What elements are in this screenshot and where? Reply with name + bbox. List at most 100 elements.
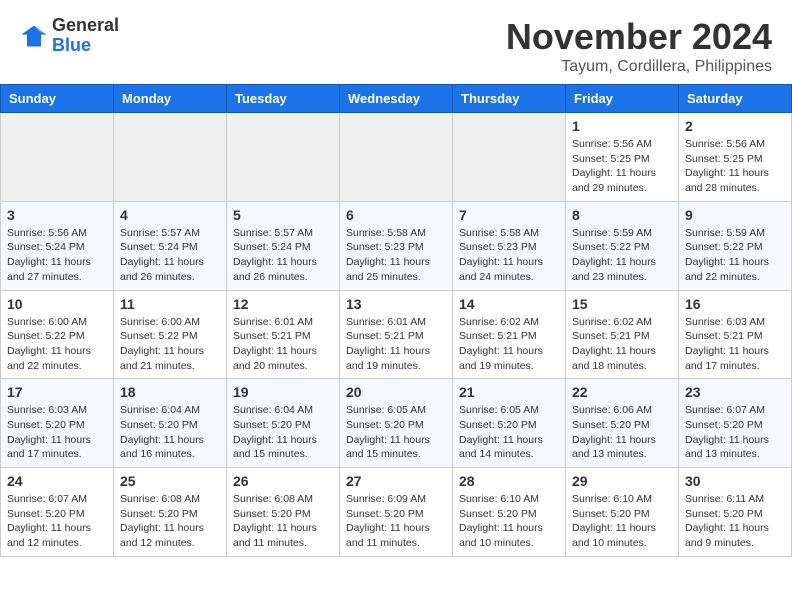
title-area: November 2024 Tayum, Cordillera, Philipp… <box>506 16 772 76</box>
day-29: 29 Sunrise: 6:10 AMSunset: 5:20 PMDaylig… <box>566 468 679 557</box>
day-number: 16 <box>685 296 785 312</box>
day-number: 12 <box>233 296 333 312</box>
day-6: 6 Sunrise: 5:58 AMSunset: 5:23 PMDayligh… <box>340 201 453 290</box>
day-info: Sunrise: 5:58 AMSunset: 5:23 PMDaylight:… <box>459 226 559 285</box>
calendar-header-row: Sunday Monday Tuesday Wednesday Thursday… <box>1 85 792 113</box>
day-number: 11 <box>120 296 220 312</box>
day-22: 22 Sunrise: 6:06 AMSunset: 5:20 PMDaylig… <box>566 379 679 468</box>
day-info: Sunrise: 5:57 AMSunset: 5:24 PMDaylight:… <box>120 226 220 285</box>
day-number: 21 <box>459 384 559 400</box>
day-1: 1 Sunrise: 5:56 AMSunset: 5:25 PMDayligh… <box>566 113 679 202</box>
day-number: 10 <box>7 296 107 312</box>
day-number: 26 <box>233 473 333 489</box>
location: Tayum, Cordillera, Philippines <box>506 58 772 76</box>
day-info: Sunrise: 5:57 AMSunset: 5:24 PMDaylight:… <box>233 226 333 285</box>
day-info: Sunrise: 6:10 AMSunset: 5:20 PMDaylight:… <box>459 492 559 551</box>
day-number: 30 <box>685 473 785 489</box>
day-number: 19 <box>233 384 333 400</box>
day-number: 8 <box>572 207 672 223</box>
col-wednesday: Wednesday <box>340 85 453 113</box>
day-number: 1 <box>572 118 672 134</box>
day-9: 9 Sunrise: 5:59 AMSunset: 5:22 PMDayligh… <box>679 201 792 290</box>
day-info: Sunrise: 6:05 AMSunset: 5:20 PMDaylight:… <box>346 403 446 462</box>
day-13: 13 Sunrise: 6:01 AMSunset: 5:21 PMDaylig… <box>340 290 453 379</box>
day-10: 10 Sunrise: 6:00 AMSunset: 5:22 PMDaylig… <box>1 290 114 379</box>
empty-cell <box>453 113 566 202</box>
col-thursday: Thursday <box>453 85 566 113</box>
day-number: 23 <box>685 384 785 400</box>
day-11: 11 Sunrise: 6:00 AMSunset: 5:22 PMDaylig… <box>114 290 227 379</box>
calendar-table: Sunday Monday Tuesday Wednesday Thursday… <box>0 84 792 557</box>
day-7: 7 Sunrise: 5:58 AMSunset: 5:23 PMDayligh… <box>453 201 566 290</box>
day-26: 26 Sunrise: 6:08 AMSunset: 5:20 PMDaylig… <box>227 468 340 557</box>
day-number: 3 <box>7 207 107 223</box>
day-info: Sunrise: 6:05 AMSunset: 5:20 PMDaylight:… <box>459 403 559 462</box>
day-number: 4 <box>120 207 220 223</box>
day-27: 27 Sunrise: 6:09 AMSunset: 5:20 PMDaylig… <box>340 468 453 557</box>
day-info: Sunrise: 5:59 AMSunset: 5:22 PMDaylight:… <box>572 226 672 285</box>
day-info: Sunrise: 6:03 AMSunset: 5:20 PMDaylight:… <box>7 403 107 462</box>
day-2: 2 Sunrise: 5:56 AMSunset: 5:25 PMDayligh… <box>679 113 792 202</box>
day-info: Sunrise: 6:08 AMSunset: 5:20 PMDaylight:… <box>120 492 220 551</box>
table-row: 3 Sunrise: 5:56 AMSunset: 5:24 PMDayligh… <box>1 201 792 290</box>
day-number: 2 <box>685 118 785 134</box>
page-container: General Blue November 2024 Tayum, Cordil… <box>0 0 792 557</box>
day-4: 4 Sunrise: 5:57 AMSunset: 5:24 PMDayligh… <box>114 201 227 290</box>
day-17: 17 Sunrise: 6:03 AMSunset: 5:20 PMDaylig… <box>1 379 114 468</box>
day-info: Sunrise: 6:01 AMSunset: 5:21 PMDaylight:… <box>233 315 333 374</box>
day-8: 8 Sunrise: 5:59 AMSunset: 5:22 PMDayligh… <box>566 201 679 290</box>
day-info: Sunrise: 6:08 AMSunset: 5:20 PMDaylight:… <box>233 492 333 551</box>
table-row: 1 Sunrise: 5:56 AMSunset: 5:25 PMDayligh… <box>1 113 792 202</box>
day-number: 17 <box>7 384 107 400</box>
table-row: 24 Sunrise: 6:07 AMSunset: 5:20 PMDaylig… <box>1 468 792 557</box>
col-monday: Monday <box>114 85 227 113</box>
logo-icon <box>20 22 48 50</box>
logo-text: General Blue <box>52 16 119 56</box>
day-info: Sunrise: 6:09 AMSunset: 5:20 PMDaylight:… <box>346 492 446 551</box>
day-number: 5 <box>233 207 333 223</box>
col-saturday: Saturday <box>679 85 792 113</box>
col-friday: Friday <box>566 85 679 113</box>
day-30: 30 Sunrise: 6:11 AMSunset: 5:20 PMDaylig… <box>679 468 792 557</box>
day-info: Sunrise: 5:59 AMSunset: 5:22 PMDaylight:… <box>685 226 785 285</box>
empty-cell <box>227 113 340 202</box>
day-info: Sunrise: 6:07 AMSunset: 5:20 PMDaylight:… <box>685 403 785 462</box>
empty-cell <box>1 113 114 202</box>
day-number: 14 <box>459 296 559 312</box>
day-info: Sunrise: 6:11 AMSunset: 5:20 PMDaylight:… <box>685 492 785 551</box>
header: General Blue November 2024 Tayum, Cordil… <box>0 0 792 84</box>
day-5: 5 Sunrise: 5:57 AMSunset: 5:24 PMDayligh… <box>227 201 340 290</box>
day-info: Sunrise: 6:00 AMSunset: 5:22 PMDaylight:… <box>120 315 220 374</box>
day-info: Sunrise: 6:02 AMSunset: 5:21 PMDaylight:… <box>459 315 559 374</box>
day-16: 16 Sunrise: 6:03 AMSunset: 5:21 PMDaylig… <box>679 290 792 379</box>
day-number: 7 <box>459 207 559 223</box>
day-info: Sunrise: 6:10 AMSunset: 5:20 PMDaylight:… <box>572 492 672 551</box>
day-23: 23 Sunrise: 6:07 AMSunset: 5:20 PMDaylig… <box>679 379 792 468</box>
table-row: 10 Sunrise: 6:00 AMSunset: 5:22 PMDaylig… <box>1 290 792 379</box>
day-info: Sunrise: 6:00 AMSunset: 5:22 PMDaylight:… <box>7 315 107 374</box>
day-number: 28 <box>459 473 559 489</box>
day-number: 22 <box>572 384 672 400</box>
day-15: 15 Sunrise: 6:02 AMSunset: 5:21 PMDaylig… <box>566 290 679 379</box>
day-info: Sunrise: 6:07 AMSunset: 5:20 PMDaylight:… <box>7 492 107 551</box>
day-number: 6 <box>346 207 446 223</box>
table-row: 17 Sunrise: 6:03 AMSunset: 5:20 PMDaylig… <box>1 379 792 468</box>
day-number: 18 <box>120 384 220 400</box>
day-info: Sunrise: 6:04 AMSunset: 5:20 PMDaylight:… <box>233 403 333 462</box>
col-tuesday: Tuesday <box>227 85 340 113</box>
day-18: 18 Sunrise: 6:04 AMSunset: 5:20 PMDaylig… <box>114 379 227 468</box>
day-number: 15 <box>572 296 672 312</box>
day-21: 21 Sunrise: 6:05 AMSunset: 5:20 PMDaylig… <box>453 379 566 468</box>
day-number: 13 <box>346 296 446 312</box>
day-info: Sunrise: 5:58 AMSunset: 5:23 PMDaylight:… <box>346 226 446 285</box>
day-25: 25 Sunrise: 6:08 AMSunset: 5:20 PMDaylig… <box>114 468 227 557</box>
day-info: Sunrise: 6:03 AMSunset: 5:21 PMDaylight:… <box>685 315 785 374</box>
day-info: Sunrise: 6:02 AMSunset: 5:21 PMDaylight:… <box>572 315 672 374</box>
day-info: Sunrise: 5:56 AMSunset: 5:24 PMDaylight:… <box>7 226 107 285</box>
logo: General Blue <box>20 16 119 56</box>
day-number: 9 <box>685 207 785 223</box>
empty-cell <box>114 113 227 202</box>
day-20: 20 Sunrise: 6:05 AMSunset: 5:20 PMDaylig… <box>340 379 453 468</box>
month-title: November 2024 <box>506 16 772 58</box>
day-info: Sunrise: 5:56 AMSunset: 5:25 PMDaylight:… <box>572 137 672 196</box>
